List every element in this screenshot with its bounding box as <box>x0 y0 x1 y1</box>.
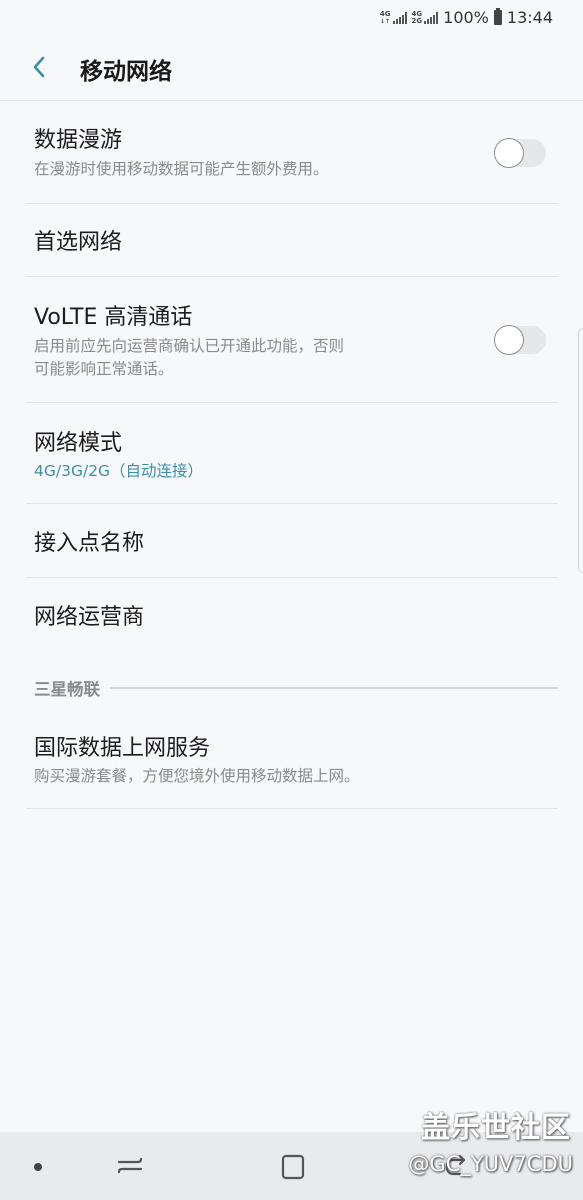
data-roaming-row[interactable]: 数据漫游 在漫游时使用移动数据可能产生额外费用。 <box>26 122 558 204</box>
chevron-left-icon <box>33 56 45 78</box>
sim1-network-type: 4G <box>379 9 391 18</box>
volte-row[interactable]: VoLTE 高清通话 启用前应先向运营商确认已开通此功能，否则 可能影响正常通话… <box>26 277 558 403</box>
volte-subtitle-line2: 可能影响正常通话。 <box>34 360 174 378</box>
watermark-handle: @GC_YUV7CDU <box>408 1152 573 1176</box>
status-bar: 4G ↓↑ 4G 2G 100% 13:44 <box>0 0 583 34</box>
battery-icon <box>493 8 502 25</box>
battery-percent: 100% <box>443 8 489 27</box>
apn-title: 接入点名称 <box>34 531 145 556</box>
toggle-knob <box>494 138 524 168</box>
network-operator-title: 网络运营商 <box>34 605 145 630</box>
data-roaming-toggle[interactable] <box>494 138 546 168</box>
sim2-network-type-secondary: 2G <box>411 16 423 25</box>
back-button[interactable] <box>22 50 56 84</box>
apn-row[interactable]: 接入点名称 <box>26 504 558 578</box>
preferred-network-title: 首选网络 <box>34 230 123 255</box>
signal-icon <box>392 11 407 24</box>
volte-subtitle-line1: 启用前应先向运营商确认已开通此功能，否则 <box>34 337 345 355</box>
nav-hide-dot-icon[interactable] <box>34 1163 42 1171</box>
sim2-signal: 4G 2G <box>411 10 439 25</box>
network-mode-row[interactable]: 网络模式 4G/3G/2G（自动连接） <box>26 403 558 504</box>
sim1-signal: 4G ↓↑ <box>379 9 407 25</box>
signal-icon <box>424 11 439 24</box>
section-divider <box>110 687 558 689</box>
international-data-row[interactable]: 国际数据上网服务 购买漫游套餐，方便您境外使用移动数据上网。 <box>26 710 558 809</box>
recents-icon <box>117 1157 143 1174</box>
home-square-icon <box>281 1154 305 1180</box>
page-title: 移动网络 <box>80 59 172 85</box>
watermark-title: 盖乐世社区 <box>420 1110 571 1144</box>
international-data-title: 国际数据上网服务 <box>34 736 211 761</box>
recents-button[interactable] <box>112 1152 148 1182</box>
clock: 13:44 <box>506 8 553 27</box>
data-roaming-title: 数据漫游 <box>34 128 123 153</box>
volte-toggle[interactable] <box>494 325 546 355</box>
data-roaming-subtitle: 在漫游时使用移动数据可能产生额外费用。 <box>34 160 329 178</box>
app-header: 移动网络 <box>0 34 583 102</box>
scroll-indicator[interactable] <box>578 328 583 573</box>
section-label: 三星畅联 <box>34 680 100 699</box>
toggle-knob <box>494 325 524 355</box>
network-mode-value: 4G/3G/2G（自动连接） <box>34 462 204 480</box>
volte-subtitle: 启用前应先向运营商确认已开通此功能，否则 可能影响正常通话。 <box>34 335 558 381</box>
network-mode-title: 网络模式 <box>34 431 123 456</box>
network-operator-row[interactable]: 网络运营商 <box>26 578 558 652</box>
home-button[interactable] <box>278 1152 308 1182</box>
status-icons: 4G ↓↑ 4G 2G 100% 13:44 <box>380 8 553 27</box>
volte-title: VoLTE 高清通话 <box>34 305 193 330</box>
preferred-network-row[interactable]: 首选网络 <box>26 204 558 277</box>
international-data-subtitle: 购买漫游套餐，方便您境外使用移动数据上网。 <box>34 767 360 785</box>
header-divider <box>0 100 583 101</box>
section-header: 三星畅联 <box>34 676 558 700</box>
